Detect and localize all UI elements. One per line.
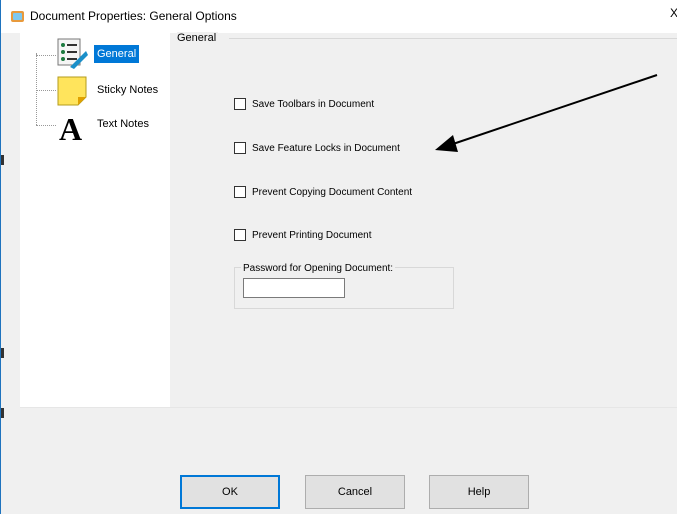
- option-prevent-copying[interactable]: Prevent Copying Document Content: [234, 186, 412, 198]
- edge-mark: [1, 155, 4, 165]
- checkbox[interactable]: [234, 186, 246, 198]
- options-tree: General Sticky Notes A Text Notes: [20, 33, 170, 407]
- tree-item-general[interactable]: General: [56, 37, 141, 73]
- checkbox[interactable]: [234, 98, 246, 110]
- dialog-window: Document Properties: General Options X G…: [0, 0, 677, 514]
- title-bar[interactable]: Document Properties: General Options X: [1, 0, 677, 33]
- checkbox-label: Prevent Copying Document Content: [252, 186, 413, 198]
- checkbox-label: Prevent Printing Document: [252, 229, 372, 241]
- tree-item-label: Text Notes: [97, 118, 149, 130]
- option-save-feature-locks[interactable]: Save Feature Locks in Document: [234, 142, 400, 154]
- ok-button[interactable]: OK: [180, 475, 280, 509]
- password-input[interactable]: [243, 278, 345, 298]
- group-title: General: [177, 32, 219, 44]
- edge-mark: [1, 408, 4, 418]
- checkbox-label: Save Toolbars in Document: [252, 98, 375, 110]
- text-note-icon: A: [59, 111, 82, 143]
- sticky-note-icon: [57, 76, 87, 106]
- tree-item-label: General: [94, 45, 140, 63]
- app-icon: [11, 11, 24, 22]
- tree-connector: [36, 90, 56, 91]
- tree-connector: [36, 125, 56, 126]
- edge-mark: [1, 348, 4, 358]
- option-save-toolbars[interactable]: Save Toolbars in Document: [234, 98, 374, 110]
- tree-connector: [36, 55, 56, 56]
- option-prevent-printing[interactable]: Prevent Printing Document: [234, 229, 372, 241]
- tree-item-label: Sticky Notes: [97, 84, 159, 96]
- checkbox[interactable]: [234, 229, 246, 241]
- options-panel: [170, 33, 677, 407]
- checkbox[interactable]: [234, 142, 246, 154]
- tree-connector: [36, 53, 37, 125]
- tree-item-text-notes[interactable]: A Text Notes: [56, 111, 166, 145]
- password-group-label: Password for Opening Document:: [241, 263, 396, 274]
- svg-text:A: A: [59, 111, 82, 143]
- window-title: Document Properties: General Options: [30, 9, 237, 23]
- cancel-button[interactable]: Cancel: [305, 475, 405, 509]
- group-divider: [229, 38, 677, 39]
- close-button[interactable]: X: [670, 6, 677, 26]
- panel-divider: [20, 407, 677, 408]
- help-button[interactable]: Help: [429, 475, 529, 509]
- general-settings-icon: [57, 38, 88, 69]
- checkbox-label: Save Feature Locks in Document: [252, 142, 400, 154]
- tree-item-sticky-notes[interactable]: Sticky Notes: [56, 75, 166, 109]
